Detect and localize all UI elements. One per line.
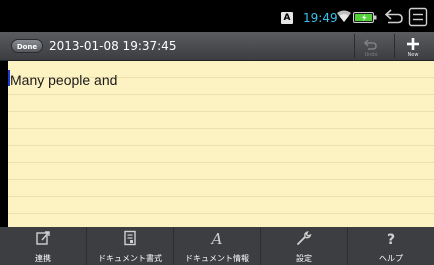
toolbar-label-document-info: ドキュメント情報 (185, 254, 249, 263)
document-format-button[interactable]: ドキュメント書式 (87, 227, 174, 265)
left-margin (0, 61, 8, 227)
new-button[interactable]: New (396, 35, 430, 59)
toolbar-label-document-format: ドキュメント書式 (98, 254, 162, 263)
bottom-toolbar: 連携 ドキュメント書式 A ドキュメント情報 設定 ? ヘルプ (0, 227, 434, 265)
share-button[interactable]: 連携 (0, 227, 87, 265)
document-title: 2013-01-08 19:37:45 (49, 39, 177, 53)
done-button[interactable]: Done (11, 39, 43, 53)
wifi-icon (337, 10, 351, 22)
toolbar-label-share: 連携 (35, 254, 51, 263)
menu-icon[interactable] (408, 7, 428, 27)
status-bar: A 19:49 (0, 0, 434, 32)
new-label: New (407, 52, 419, 58)
text-cursor (8, 70, 10, 86)
toolbar-label-settings: 設定 (296, 254, 312, 263)
toolbar-label-help: ヘルプ (379, 254, 403, 263)
svg-text:?: ? (387, 232, 395, 246)
help-button[interactable]: ? ヘルプ (348, 227, 434, 265)
document-info-button[interactable]: A ドキュメント情報 (174, 227, 261, 265)
battery-icon (353, 12, 377, 23)
undo-button[interactable]: Undo (355, 35, 387, 59)
back-icon[interactable] (384, 7, 404, 25)
app-window: A 19:49 Done 2013-01-08 19:37:45 Undo Ne… (0, 0, 434, 265)
note-text[interactable]: Many people and (10, 71, 117, 89)
document-format-icon (124, 230, 136, 246)
clock: 19:49 (303, 11, 338, 25)
undo-label: Undo (364, 52, 378, 58)
svg-text:A: A (210, 230, 223, 246)
wrench-icon (297, 231, 312, 245)
note-editor[interactable]: Many people and (8, 61, 434, 227)
divider (394, 34, 395, 58)
document-info-icon: A (210, 230, 223, 246)
input-mode-indicator: A (281, 12, 293, 24)
share-icon (36, 231, 50, 245)
plus-icon (407, 38, 419, 50)
help-icon: ? (387, 232, 395, 246)
settings-button[interactable]: 設定 (261, 227, 348, 265)
